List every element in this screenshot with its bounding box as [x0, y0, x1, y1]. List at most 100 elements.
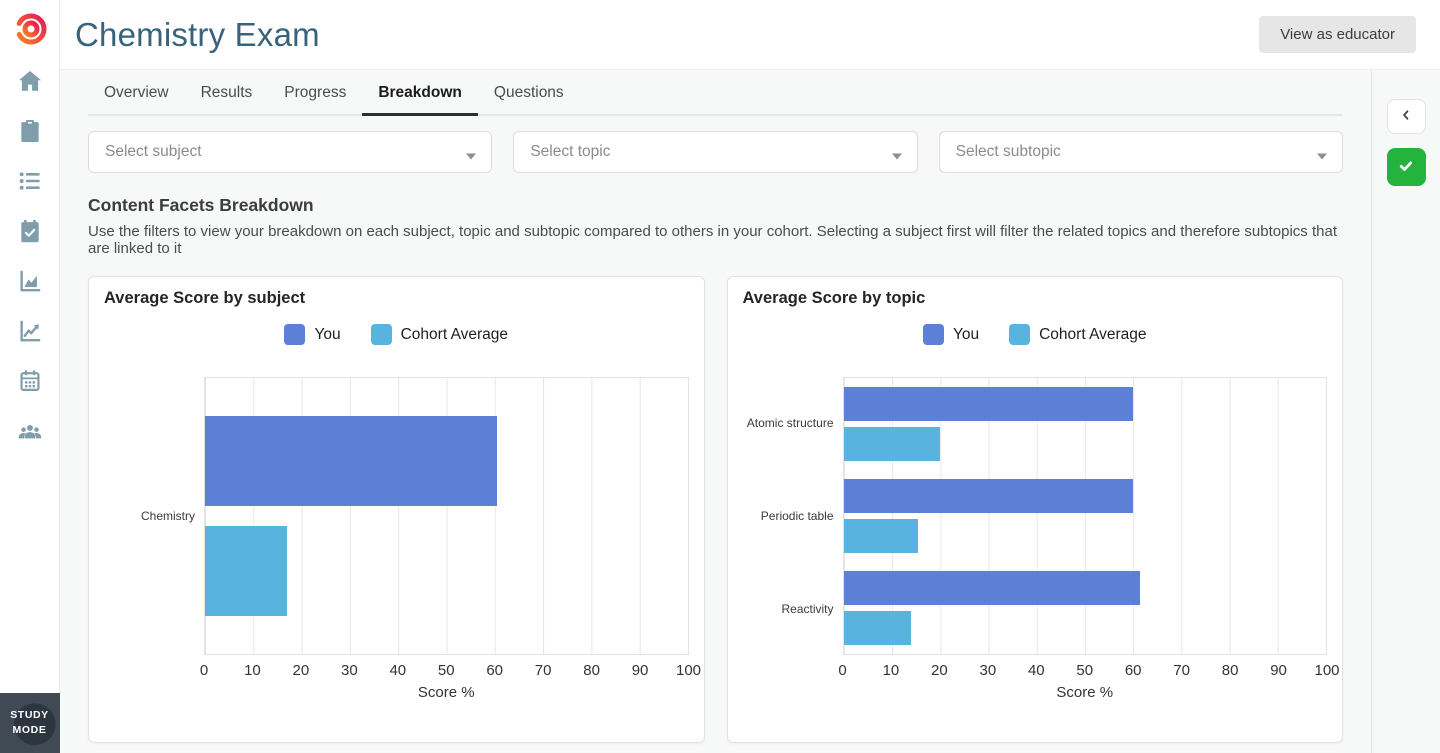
- x-tick: 100: [1314, 662, 1339, 679]
- select-topic-placeholder: Select topic: [530, 143, 610, 161]
- sidebar-nav: [16, 70, 44, 446]
- topbar: Chemistry Exam View as educator: [60, 0, 1440, 70]
- section-heading: Content Facets Breakdown: [88, 195, 1343, 216]
- chart-title: Average Score by subject: [104, 289, 689, 308]
- tab-questions[interactable]: Questions: [478, 75, 580, 114]
- x-tick: 0: [838, 662, 846, 679]
- chart-title: Average Score by topic: [743, 289, 1328, 308]
- tab-bar: OverviewResultsProgressBreakdownQuestion…: [88, 70, 1343, 116]
- sidebar-item-performance[interactable]: [16, 270, 44, 296]
- list-icon: [17, 168, 43, 199]
- calendar-icon: [17, 368, 43, 399]
- x-tick: 30: [341, 662, 358, 679]
- sidebar-item-planner[interactable]: [16, 220, 44, 246]
- select-subtopic[interactable]: Select subtopic: [939, 131, 1343, 173]
- category-axis: Atomic structurePeriodic tableReactivity: [743, 377, 843, 655]
- sidebar-item-exams[interactable]: [16, 120, 44, 146]
- bar-you-reactivity[interactable]: [844, 571, 1141, 605]
- bar-cohort-average-periodic-table[interactable]: [844, 519, 919, 553]
- x-tick: 40: [389, 662, 406, 679]
- legend-label: Cohort Average: [1039, 326, 1146, 344]
- area-chart-icon: [17, 268, 43, 299]
- plot-area: [843, 377, 1328, 655]
- category-label-reactivity: Reactivity: [743, 562, 843, 655]
- chevron-down-icon: [465, 148, 477, 157]
- tab-progress[interactable]: Progress: [268, 75, 362, 114]
- side-panel: [1371, 70, 1440, 753]
- tab-overview[interactable]: Overview: [88, 75, 185, 114]
- legend-item-cohort-average[interactable]: Cohort Average: [371, 324, 508, 345]
- x-tick: 70: [1173, 662, 1190, 679]
- x-tick: 10: [883, 662, 900, 679]
- legend-swatch-cohort-average: [371, 324, 392, 345]
- tab-results[interactable]: Results: [185, 75, 269, 114]
- clipboard-icon: [17, 118, 43, 149]
- plot-area: [204, 377, 689, 655]
- select-subtopic-placeholder: Select subtopic: [956, 143, 1061, 161]
- filters-row: Select subject Select topic Select subtopi…: [88, 131, 1343, 173]
- users-icon: [17, 418, 43, 449]
- legend-label: You: [314, 326, 340, 344]
- legend-item-you[interactable]: You: [284, 324, 340, 345]
- category-axis: Chemistry: [104, 377, 204, 655]
- collapse-panel-button[interactable]: [1387, 99, 1426, 134]
- home-icon: [17, 68, 43, 99]
- legend-swatch-you: [923, 324, 944, 345]
- legend-label: You: [953, 326, 979, 344]
- category-label-periodic-table: Periodic table: [743, 470, 843, 563]
- bar-cohort-average-atomic-structure[interactable]: [844, 427, 941, 461]
- chart-card-1: Average Score by subject You Cohort Averag…: [88, 276, 705, 743]
- tab-breakdown[interactable]: Breakdown: [362, 75, 478, 116]
- content-row: OverviewResultsProgressBreakdownQuestion…: [60, 70, 1440, 753]
- brand-logo-icon[interactable]: [10, 8, 50, 48]
- study-mode-line1: STUDY: [10, 708, 49, 723]
- x-tick: 0: [200, 662, 208, 679]
- legend-item-you[interactable]: You: [923, 324, 979, 345]
- x-axis-ticks: 0102030405060708090100: [204, 655, 689, 681]
- study-mode-badge[interactable]: STUDY MODE: [0, 693, 60, 753]
- bar-you-atomic-structure[interactable]: [844, 387, 1134, 421]
- content: OverviewResultsProgressBreakdownQuestion…: [60, 70, 1371, 753]
- x-tick: 10: [244, 662, 261, 679]
- bar-cohort-average-reactivity[interactable]: [844, 611, 912, 645]
- sidebar-item-lists[interactable]: [16, 170, 44, 196]
- bar-cohort-average-chemistry[interactable]: [205, 526, 287, 616]
- chart-card-2: Average Score by topic You Cohort Average A…: [727, 276, 1344, 743]
- x-tick: 30: [980, 662, 997, 679]
- main-area: Chemistry Exam View as educator Overview…: [60, 0, 1440, 753]
- sidebar-item-cohort[interactable]: [16, 420, 44, 446]
- sidebar-item-progress[interactable]: [16, 320, 44, 346]
- x-tick: 50: [1076, 662, 1093, 679]
- legend-swatch-you: [284, 324, 305, 345]
- bar-you-periodic-table[interactable]: [844, 479, 1134, 513]
- check-icon: [1396, 156, 1416, 179]
- select-topic[interactable]: Select topic: [513, 131, 917, 173]
- x-axis-label: Score %: [843, 684, 1328, 701]
- x-tick: 20: [931, 662, 948, 679]
- x-tick: 90: [632, 662, 649, 679]
- legend-label: Cohort Average: [401, 326, 508, 344]
- sidebar-item-calendar[interactable]: [16, 370, 44, 396]
- calendar-check-icon: [17, 218, 43, 249]
- bar-you-chemistry[interactable]: [205, 416, 497, 506]
- sidebar-item-home[interactable]: [16, 70, 44, 96]
- chevron-down-icon: [1316, 148, 1328, 157]
- study-mode-line2: MODE: [13, 723, 47, 738]
- page-title: Chemistry Exam: [75, 16, 320, 54]
- plot-column: 0102030405060708090100Score %: [204, 377, 689, 701]
- legend-item-cohort-average[interactable]: Cohort Average: [1009, 324, 1146, 345]
- select-subject[interactable]: Select subject: [88, 131, 492, 173]
- category-row-chemistry: [205, 378, 688, 654]
- category-row-reactivity: [844, 562, 1327, 654]
- chart-body: Chemistry0102030405060708090100Score %: [104, 377, 689, 701]
- x-tick: 90: [1270, 662, 1287, 679]
- category-label-atomic-structure: Atomic structure: [743, 377, 843, 470]
- x-tick: 60: [1125, 662, 1142, 679]
- x-tick: 70: [535, 662, 552, 679]
- view-as-educator-button[interactable]: View as educator: [1259, 16, 1416, 53]
- plot-column: 0102030405060708090100Score %: [843, 377, 1328, 701]
- confirm-button[interactable]: [1387, 148, 1426, 186]
- x-tick: 50: [438, 662, 455, 679]
- category-label-chemistry: Chemistry: [104, 377, 204, 655]
- legend-swatch-cohort-average: [1009, 324, 1030, 345]
